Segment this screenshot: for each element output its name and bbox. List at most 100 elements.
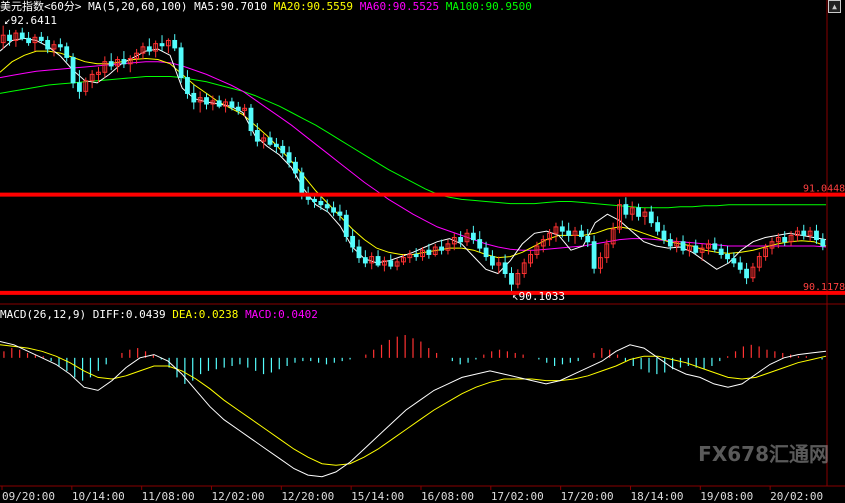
candle-body <box>566 230 572 236</box>
price-levels <box>0 192 845 295</box>
candle-body <box>204 97 209 105</box>
candle-body <box>648 211 654 224</box>
high-label: ↙92.6411 <box>4 14 57 27</box>
candle-body <box>426 249 432 255</box>
candle-body <box>273 143 279 147</box>
candle-body <box>782 237 788 243</box>
chart-canvas[interactable]: 09/20:00 10/14:00 11/08:00 12/02:00 12/20:00… <box>0 0 845 503</box>
candle-body <box>470 232 476 241</box>
candle-body <box>299 172 305 195</box>
candle-body <box>312 198 317 202</box>
price-header: 美元指数<60分> MA(5,20,60,100) MA5:90.7010 MA… <box>0 0 532 13</box>
candle-body <box>661 230 667 241</box>
candle-body <box>178 47 184 79</box>
x-tick-label: 17/20:00 <box>561 490 614 503</box>
x-tick-label: 11/08:00 <box>142 490 195 503</box>
x-tick-label: 15/14:00 <box>351 490 404 503</box>
ma60-line <box>0 61 827 251</box>
candle-body <box>744 268 749 279</box>
diff-value: DIFF:0.0439 <box>92 308 166 321</box>
candle-body <box>38 36 44 41</box>
candle-body <box>286 152 292 163</box>
candle-body <box>655 222 661 232</box>
candle-body <box>254 130 260 142</box>
candle-body <box>356 246 362 259</box>
candle-body <box>146 46 152 52</box>
candle-body <box>318 200 324 206</box>
candle-body <box>578 230 584 237</box>
ma5-line <box>0 37 827 275</box>
candle-body <box>26 37 31 44</box>
candle-body <box>439 246 444 251</box>
candle-body <box>324 204 330 209</box>
ma5-value: MA5:90.7010 <box>194 0 267 13</box>
candle-body <box>235 106 241 111</box>
candle-body <box>229 101 235 108</box>
candle-body <box>636 207 641 217</box>
candle-body <box>413 253 419 258</box>
x-tick-label: 17/02:00 <box>491 490 544 503</box>
candle-body <box>331 207 336 213</box>
x-tick-label: 10/14:00 <box>72 490 125 503</box>
ma-params: MA(5,20,60,100) <box>88 0 188 13</box>
x-tick-label: 16/08:00 <box>421 490 474 503</box>
candle-body <box>45 39 51 50</box>
ma100-value: MA100:90.9500 <box>445 0 532 13</box>
x-tick-label: 20/02:00 <box>770 490 823 503</box>
candle-body <box>814 230 819 241</box>
candle-body <box>185 77 190 94</box>
ma100-line <box>0 76 826 209</box>
candle-body <box>623 204 629 215</box>
candle-body <box>77 82 82 92</box>
candle-body <box>680 241 686 251</box>
x-tick-label: 09/20:00 <box>2 490 55 503</box>
candle-body <box>477 239 483 249</box>
candle-body <box>191 92 197 103</box>
candle-body <box>57 44 63 48</box>
candle-body <box>585 235 591 243</box>
candle-body <box>350 235 356 248</box>
candle-body <box>458 237 464 243</box>
x-tick-label: 19/08:00 <box>700 490 753 503</box>
watermark-logo: FX678汇通网 <box>698 442 829 466</box>
period-label[interactable]: <60分> <box>44 0 82 13</box>
candle-body <box>343 214 349 237</box>
ma60-value: MA60:90.5525 <box>359 0 440 13</box>
candle-body <box>172 39 178 49</box>
candle-body <box>64 46 70 58</box>
candle-body <box>267 137 273 145</box>
moving-average-lines <box>0 37 827 275</box>
candle-body <box>293 161 298 174</box>
candle-body <box>248 107 254 132</box>
panel-toggle-icon[interactable]: ▲ <box>828 0 841 13</box>
candle-body <box>19 32 25 39</box>
candle-body <box>375 256 381 266</box>
candle-body <box>737 262 743 270</box>
candle-body <box>483 247 489 258</box>
x-tick-label: 18/14:00 <box>630 490 683 503</box>
low-label: ↖90.1033 <box>512 290 565 303</box>
support-label: 90.1178 <box>803 282 845 293</box>
candle-body <box>718 248 724 255</box>
instrument-name: 美元指数 <box>0 0 44 13</box>
ma20-line <box>0 50 827 259</box>
macd-value: MACD:0.0402 <box>245 308 318 321</box>
candle-body <box>337 211 343 216</box>
candle-body <box>693 245 699 253</box>
grid-lines <box>0 0 845 487</box>
candle-body <box>502 262 508 275</box>
candle-body <box>712 243 718 250</box>
candle-body <box>509 273 514 285</box>
candle-body <box>490 256 495 266</box>
candle-body <box>559 226 565 232</box>
candle-body <box>121 59 127 65</box>
x-axis: 09/20:00 10/14:00 11/08:00 12/02:00 12/20:00… <box>1 486 823 503</box>
dea-value: DEA:0.0238 <box>172 308 239 321</box>
candle-body <box>7 34 12 41</box>
ma20-value: MA20:90.5559 <box>273 0 354 13</box>
x-tick-label: 12/02:00 <box>211 490 264 503</box>
candle-body <box>725 253 730 260</box>
candle-body <box>108 61 114 67</box>
candle-body <box>388 260 394 267</box>
macd-params: MACD(26,12,9) <box>0 308 87 321</box>
